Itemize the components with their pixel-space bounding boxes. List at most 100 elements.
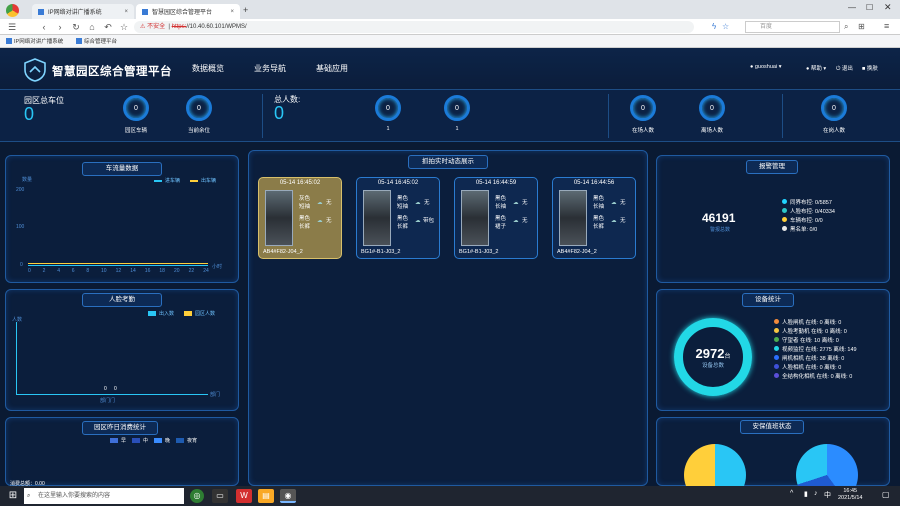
- capture-attr-top-type: 长袖: [495, 204, 507, 210]
- traffic-xtick: 12: [115, 268, 122, 274]
- back-icon[interactable]: ‹: [38, 21, 50, 33]
- capture-time: 05-14 16:44:56: [573, 180, 615, 186]
- capture-attr-bottom-color: 黑色: [495, 216, 507, 222]
- nav-data-overview[interactable]: 数据概览: [192, 63, 224, 74]
- capture-person-image: [559, 190, 587, 246]
- more-icon[interactable]: ≡: [884, 21, 889, 31]
- browser-tab-bar: IP网络对讲广播系统 × 智慧园区综合管理平台 × + — ☐ ✕: [0, 0, 900, 19]
- tray-ime[interactable]: 中: [824, 490, 831, 500]
- help-menu[interactable]: ● 帮助 ▾: [806, 64, 826, 72]
- face-attendance-panel: [5, 289, 239, 411]
- logout-button[interactable]: ⏻ 退出: [836, 64, 853, 73]
- search-icon[interactable]: ⌕: [844, 22, 848, 32]
- nav-business[interactable]: 业务导航: [254, 63, 286, 74]
- tab-ip-broadcast[interactable]: IP网络对讲广播系统 ×: [32, 4, 134, 19]
- legend-swatch: [176, 438, 185, 443]
- ring-people-1-label: 1: [386, 126, 390, 132]
- traffic-xtick: 16: [144, 268, 151, 274]
- extensions-icon[interactable]: ⊞: [858, 22, 865, 31]
- windows-start-icon[interactable]: ⊞: [6, 489, 20, 503]
- ring-people-2: 0: [444, 95, 470, 121]
- ring-onduty-label: 在岗人数: [822, 128, 845, 134]
- device-item-label: 全结构化相机 在线: 0 离线: 0: [782, 373, 853, 380]
- legend-swatch: [190, 179, 198, 182]
- consume-legend: 早 中 晚 夜宵: [110, 437, 197, 444]
- device-dot-icon: [774, 319, 779, 324]
- close-window-icon[interactable]: ✕: [884, 2, 892, 13]
- tray-volume-icon[interactable]: ♪: [814, 490, 818, 497]
- taskbar-search-input[interactable]: ⌕ 在这里输入你要搜索的内容: [24, 488, 184, 504]
- tab-park-platform[interactable]: 智慧园区综合管理平台 ×: [136, 4, 240, 19]
- device-item: 守望者 在线: 10 离线: 0: [774, 335, 886, 344]
- capture-card[interactable]: 05-14 16:44:59 黑色 长袖 黑色 裙子 ☁ 无 ☁ 无 BG1#-B1-J03_2: [454, 177, 538, 259]
- tray-network-icon[interactable]: ▮: [804, 490, 808, 498]
- capture-attr-top-color: 黑色: [397, 196, 409, 202]
- tab-label: 智慧园区综合管理平台: [152, 10, 213, 16]
- taskbar-wps-icon[interactable]: W: [236, 489, 252, 503]
- capture-time: 05-14 16:45:02: [279, 180, 321, 186]
- url-field[interactable]: ⚠ 不安全 | https://10.40.60.101/WPMS/: [134, 21, 694, 33]
- ring-onduty: 0: [821, 95, 847, 121]
- taskbar-browser-icon[interactable]: ◉: [280, 489, 296, 503]
- face-legend-b: 园区人数: [184, 310, 215, 317]
- capture-card[interactable]: 05-14 16:45:02 黑色 短袖 黑色 长裤 ☁ 无 ☁ 带包 BG1#-B1-J03_2: [356, 177, 440, 259]
- notification-icon[interactable]: ▢: [882, 490, 890, 499]
- face-val-b: 0: [114, 386, 117, 392]
- user-menu[interactable]: ● guoshuai ▾: [750, 64, 781, 70]
- tray-chevron-icon[interactable]: ^: [790, 490, 793, 497]
- bookmark-item[interactable]: IP网络对讲广播系统: [6, 37, 63, 45]
- star-fav-icon[interactable]: ☆: [722, 22, 729, 31]
- face-yunit: 人数: [12, 317, 23, 323]
- traffic-legend-in: 进车辆: [154, 177, 180, 184]
- legend-swatch: [148, 311, 156, 316]
- undo-icon[interactable]: ↶: [102, 21, 114, 33]
- capture-attr-bottom-type: 长裤: [593, 224, 605, 230]
- star-icon[interactable]: ☆: [118, 21, 130, 33]
- taskbar-terminal-icon[interactable]: ▭: [212, 489, 228, 503]
- nav-basic-apps[interactable]: 基础应用: [316, 63, 348, 74]
- people-value: 0: [274, 103, 285, 123]
- menu-icon[interactable]: ☰: [6, 21, 18, 33]
- close-tab-icon[interactable]: ×: [230, 9, 234, 15]
- alarm-dot-icon: [782, 217, 787, 222]
- ring-value: 0: [386, 104, 390, 112]
- browser-logo-icon[interactable]: [6, 4, 19, 17]
- security-status: 不安全: [147, 24, 166, 30]
- taskbar-app-green-icon[interactable]: ◎: [190, 489, 204, 503]
- skin-button[interactable]: ■ 换肤: [862, 64, 878, 72]
- search-icon: ⌕: [27, 493, 31, 499]
- legend-swatch: [154, 179, 162, 182]
- forward-icon[interactable]: ›: [54, 21, 66, 33]
- capture-card[interactable]: 05-14 16:44:56 黑色 长袖 黑色 长裤 ☁ 无 ☁ 无 AB4#F82-J04_2: [552, 177, 636, 259]
- browser-search-input[interactable]: 百度: [745, 21, 840, 33]
- taskbar-folder-icon[interactable]: ▤: [258, 489, 274, 503]
- traffic-xunit: 小时: [212, 264, 223, 270]
- capture-card[interactable]: 05-14 16:45:02 灰色 短袖 黑色 长裤 ☁ 无 ☁ 无 AB4#F82-J04_2: [258, 177, 342, 259]
- bookmark-item[interactable]: 综合管理平台: [76, 37, 117, 45]
- lightning-icon[interactable]: ϟ: [712, 22, 716, 31]
- ring-onsite: 0: [630, 95, 656, 121]
- divider: [262, 94, 263, 138]
- bookmark-icon: [6, 38, 12, 44]
- close-tab-icon[interactable]: ×: [124, 9, 128, 15]
- traffic-xtick: 24: [203, 268, 209, 274]
- traffic-xtick: 6: [71, 268, 75, 274]
- taskbar-search-placeholder: 在这里输入你要搜索的内容: [38, 493, 111, 499]
- legend-label: 中: [143, 438, 149, 444]
- ring-remain: 0: [186, 95, 212, 121]
- maximize-window-icon[interactable]: ☐: [866, 3, 873, 12]
- alarm-title: 报警管理: [746, 160, 798, 174]
- home-icon[interactable]: ⌂: [86, 21, 98, 33]
- device-dot-icon: [774, 328, 779, 333]
- taskbar-clock[interactable]: 16:45 2021/5/14: [838, 488, 862, 502]
- skin-icon: ■: [862, 66, 866, 72]
- capture-attr-hat: 无: [620, 200, 626, 206]
- device-dot-icon: [774, 346, 779, 351]
- new-tab-button[interactable]: +: [243, 5, 248, 15]
- legend-label: 晚: [165, 438, 171, 444]
- minimize-window-icon[interactable]: —: [848, 3, 856, 12]
- reload-icon[interactable]: ↻: [70, 21, 82, 33]
- device-total: 2972: [695, 345, 725, 361]
- capture-attr-bag: 带包: [423, 218, 435, 224]
- capture-attr-top-type: 短袖: [397, 204, 409, 210]
